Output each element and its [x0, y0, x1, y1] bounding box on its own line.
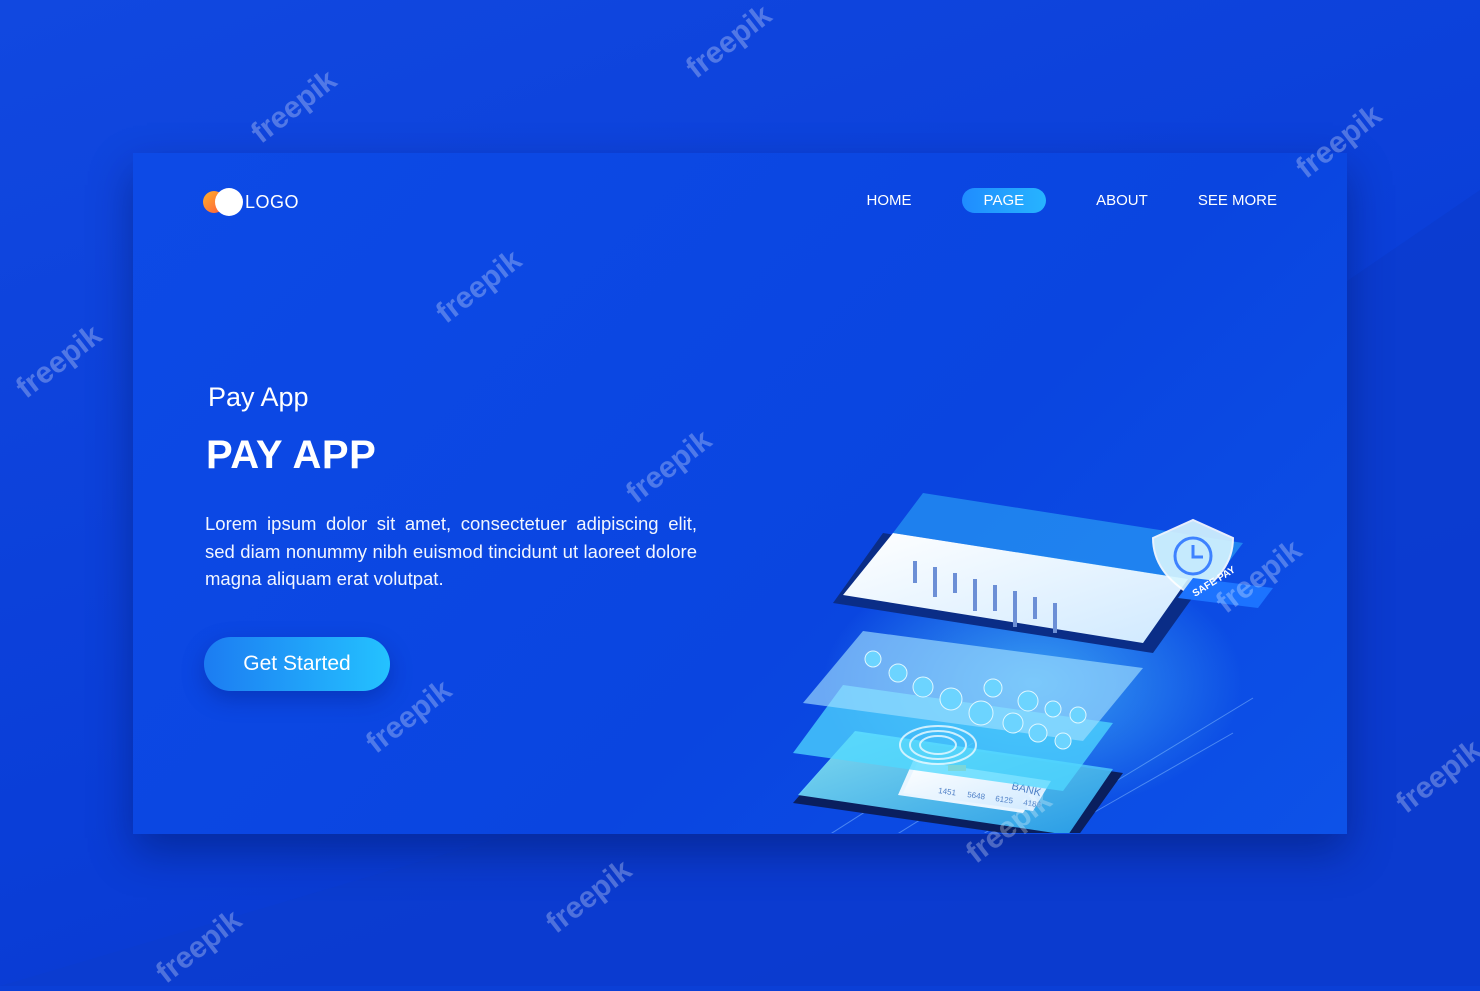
- nav-item-page[interactable]: PAGE: [961, 188, 1047, 213]
- get-started-button[interactable]: Get Started: [204, 637, 390, 691]
- nav-item-about[interactable]: ABOUT: [1096, 192, 1148, 209]
- logo-text: LOGO: [245, 191, 300, 212]
- landing-page-panel: LOGO HOME PAGE ABOUT SEE MORE Pay App PA…: [133, 153, 1347, 834]
- nav-item-home[interactable]: HOME: [867, 192, 912, 209]
- nav-item-see-more[interactable]: SEE MORE: [1198, 192, 1277, 209]
- logo[interactable]: LOGO: [203, 187, 299, 217]
- main-nav: HOME PAGE ABOUT SEE MORE: [817, 188, 1277, 213]
- hero-body-text: Lorem ipsum dolor sit amet, consectetuer…: [205, 513, 697, 589]
- hero-kicker: Pay App: [208, 382, 309, 412]
- hero-headline: PAY APP: [206, 433, 377, 477]
- logo-mark-icon: [203, 187, 251, 217]
- isometric-payment-illustration: 1451 5648 6125 4186 BANK SAFE PAY: [793, 493, 1273, 833]
